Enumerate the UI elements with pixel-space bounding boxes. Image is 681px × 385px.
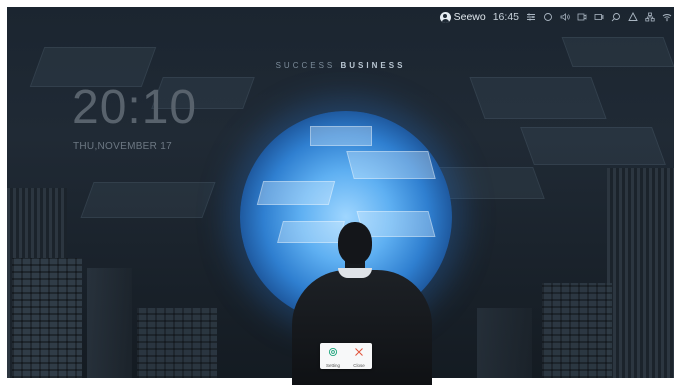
banner-bold: BUSINESS — [340, 61, 406, 70]
building — [87, 268, 132, 378]
lock-clock: 20:10 — [72, 81, 198, 134]
close-label: Close — [353, 363, 365, 368]
building — [12, 258, 82, 378]
close-button[interactable]: Close — [347, 344, 371, 368]
screen-icon[interactable] — [577, 12, 587, 22]
building — [477, 308, 532, 378]
setting-button[interactable]: Setting — [321, 344, 345, 368]
bg-panel — [80, 182, 216, 218]
search-icon[interactable] — [611, 12, 621, 22]
camera-icon[interactable] — [594, 12, 604, 22]
banner-text: SUCCESS BUSINESS — [0, 61, 681, 70]
building — [542, 283, 612, 378]
bg-panel — [310, 126, 372, 146]
bg-panel — [256, 181, 336, 205]
volume-icon[interactable] — [560, 12, 570, 22]
setting-label: Setting — [325, 363, 340, 368]
bg-panel — [346, 151, 436, 179]
wifi-icon[interactable] — [662, 12, 672, 22]
person-head — [338, 222, 372, 264]
bg-panel — [277, 221, 345, 243]
status-bar: Seewo 16:45 — [439, 11, 672, 23]
user-avatar-icon — [439, 11, 451, 23]
user-account[interactable]: Seewo — [439, 11, 486, 23]
bg-panel — [520, 127, 666, 165]
lock-date: THU,NOVEMBER 17 — [73, 141, 172, 152]
quick-action-dialog: Setting Close — [320, 343, 372, 369]
building — [137, 308, 217, 378]
building — [607, 168, 674, 378]
close-icon — [354, 344, 364, 362]
banner-light: SUCCESS — [275, 61, 336, 70]
setting-icon — [328, 344, 338, 362]
sliders-icon[interactable] — [526, 12, 536, 22]
warning-icon[interactable] — [628, 12, 638, 22]
refresh-icon[interactable] — [543, 12, 553, 22]
shirt-collar — [338, 268, 372, 278]
network-icon[interactable] — [645, 12, 655, 22]
user-name: Seewo — [453, 11, 486, 23]
status-time: 16:45 — [492, 11, 519, 23]
bg-panel — [469, 77, 607, 119]
